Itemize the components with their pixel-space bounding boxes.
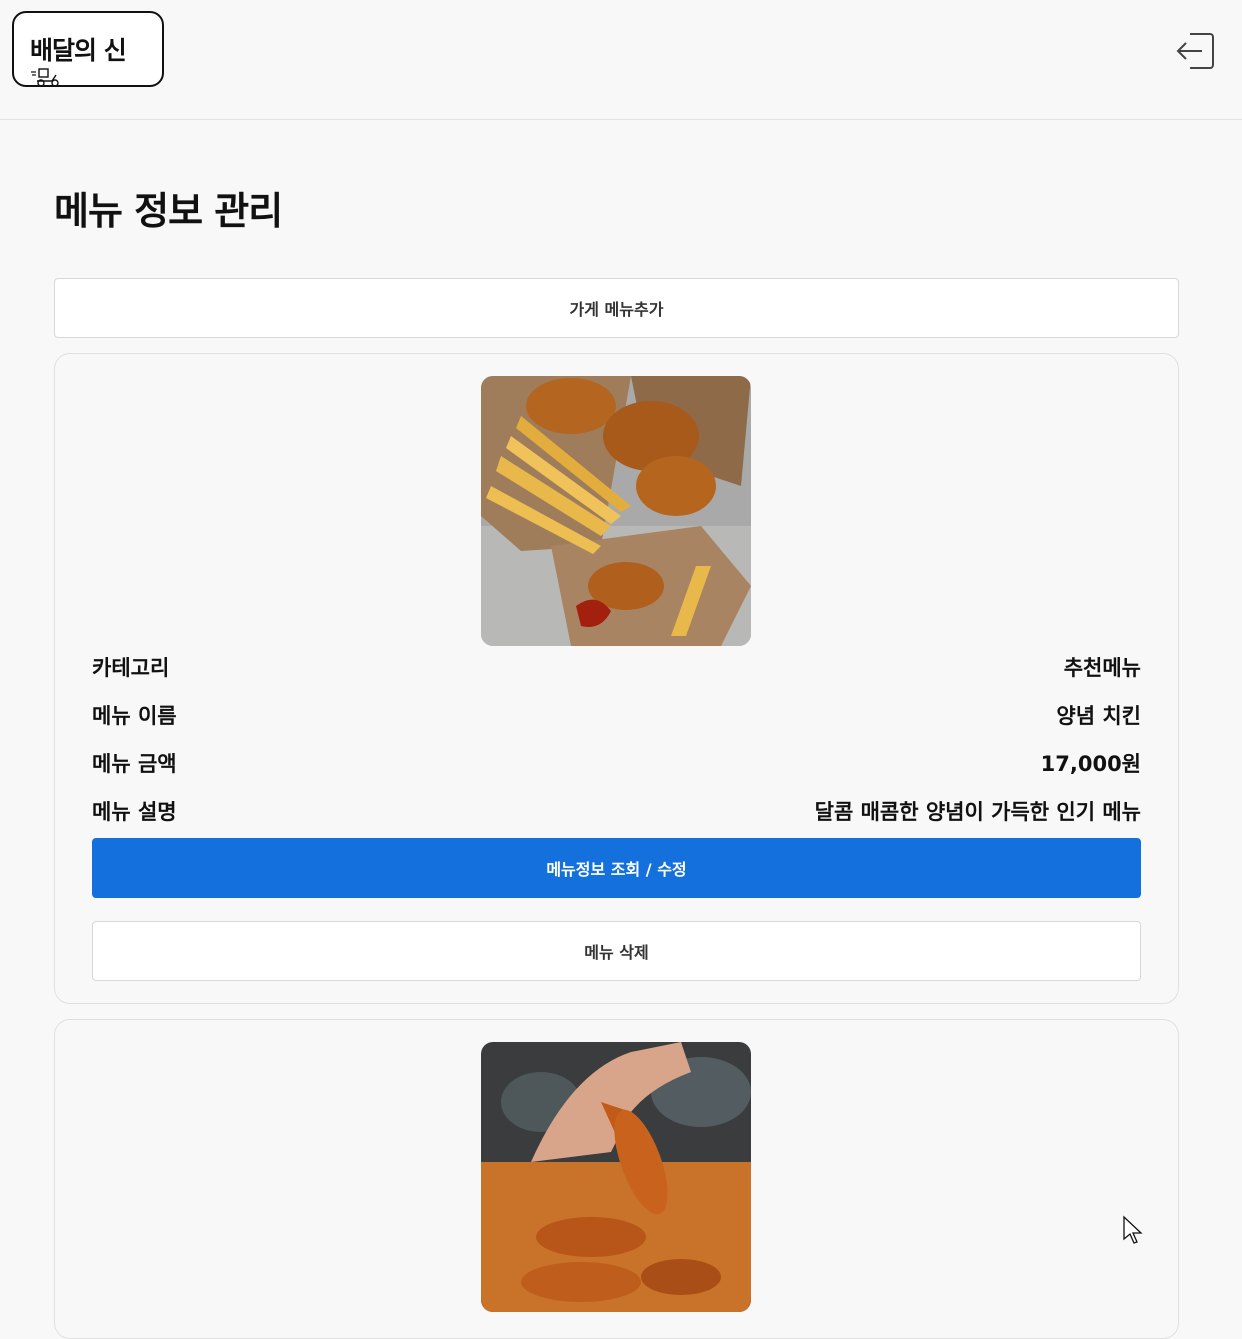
menu-card: 카테고리 추천메뉴 메뉴 이름 양념 치킨 메뉴 금액 17,000원 메뉴 설…	[54, 353, 1179, 1004]
mouse-cursor-icon	[1123, 1215, 1143, 1244]
field-value: 17,000원	[1040, 752, 1141, 776]
menu-image	[481, 1042, 751, 1312]
field-label: 메뉴 설명	[92, 800, 177, 824]
field-label: 메뉴 이름	[92, 704, 177, 728]
scooter-icon	[31, 68, 59, 87]
field-label: 카테고리	[92, 656, 170, 680]
logo[interactable]: 배달의 신	[12, 11, 164, 87]
field-row-price: 메뉴 금액 17,000원	[92, 748, 1141, 778]
logout-icon[interactable]	[1174, 30, 1216, 72]
edit-menu-button[interactable]: 메뉴정보 조회 / 수정	[92, 838, 1141, 898]
menu-card	[54, 1019, 1179, 1339]
field-row-description: 메뉴 설명 달콤 매콤한 양념이 가득한 인기 메뉴	[92, 796, 1141, 826]
menu-image	[481, 376, 751, 646]
delete-menu-button[interactable]: 메뉴 삭제	[92, 921, 1141, 981]
add-menu-button[interactable]: 가게 메뉴추가	[54, 278, 1179, 338]
app-header: 배달의 신	[0, 0, 1242, 120]
logo-text: 배달의 신	[30, 36, 127, 65]
field-label: 메뉴 금액	[92, 752, 177, 776]
page-title: 메뉴 정보 관리	[54, 189, 283, 233]
field-value: 달콤 매콤한 양념이 가득한 인기 메뉴	[814, 800, 1141, 824]
field-value: 추천메뉴	[1063, 656, 1141, 680]
field-row-name: 메뉴 이름 양념 치킨	[92, 700, 1141, 730]
field-value: 양념 치킨	[1056, 704, 1141, 728]
field-row-category: 카테고리 추천메뉴	[92, 652, 1141, 682]
